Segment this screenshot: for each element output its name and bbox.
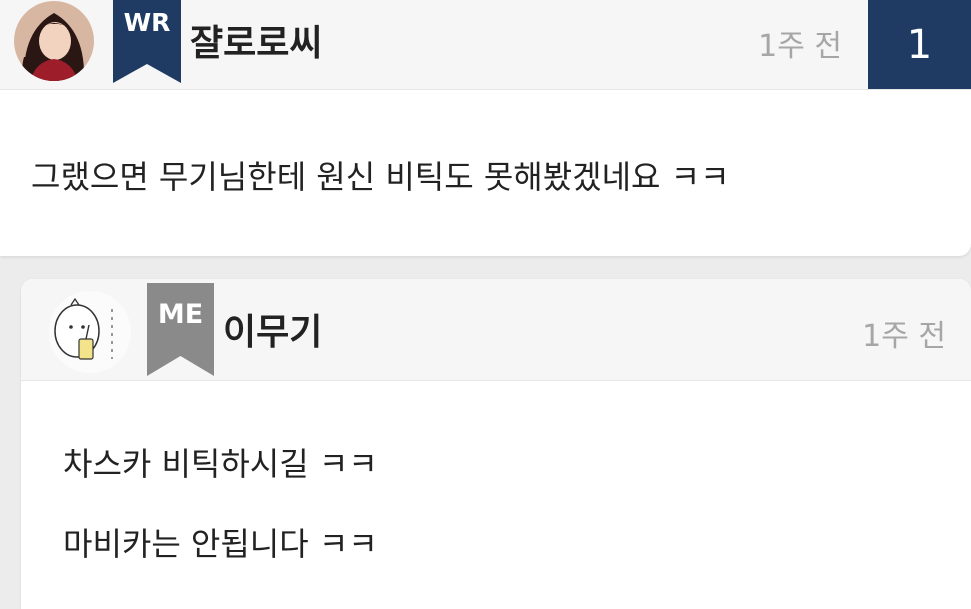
timestamp: 1주 전	[758, 29, 842, 64]
writer-badge: WR	[113, 0, 181, 83]
comment-text: 마비카는 안됩니다 ㅋㅋ	[63, 525, 378, 563]
timestamp: 1주 전	[862, 319, 946, 354]
avatar[interactable]	[49, 291, 131, 373]
reply-count[interactable]: 1	[868, 0, 971, 89]
comment-card: WR 쟐로로씨 1주 전 1 그랬으면 무기님한테 원신 비틱도 못해봤겠네요 …	[0, 0, 971, 256]
comment-header: WR 쟐로로씨 1주 전 1	[0, 0, 971, 90]
comment-text: 그랬으면 무기님한테 원신 비틱도 못해봤겠네요 ㅋㅋ	[31, 158, 730, 196]
member-badge: ME	[147, 283, 214, 376]
comment-card: ME 이무기 1주 전 차스카 비틱하시길 ㅋㅋ 마비카는 안됩니다 ㅋㅋ	[21, 279, 971, 609]
avatar[interactable]	[14, 1, 94, 81]
author-name[interactable]: 쟐로로씨	[190, 14, 322, 66]
comment-header: ME 이무기 1주 전	[21, 279, 971, 381]
author-name[interactable]: 이무기	[223, 303, 322, 355]
comment-text: 차스카 비틱하시길 ㅋㅋ	[63, 445, 378, 483]
